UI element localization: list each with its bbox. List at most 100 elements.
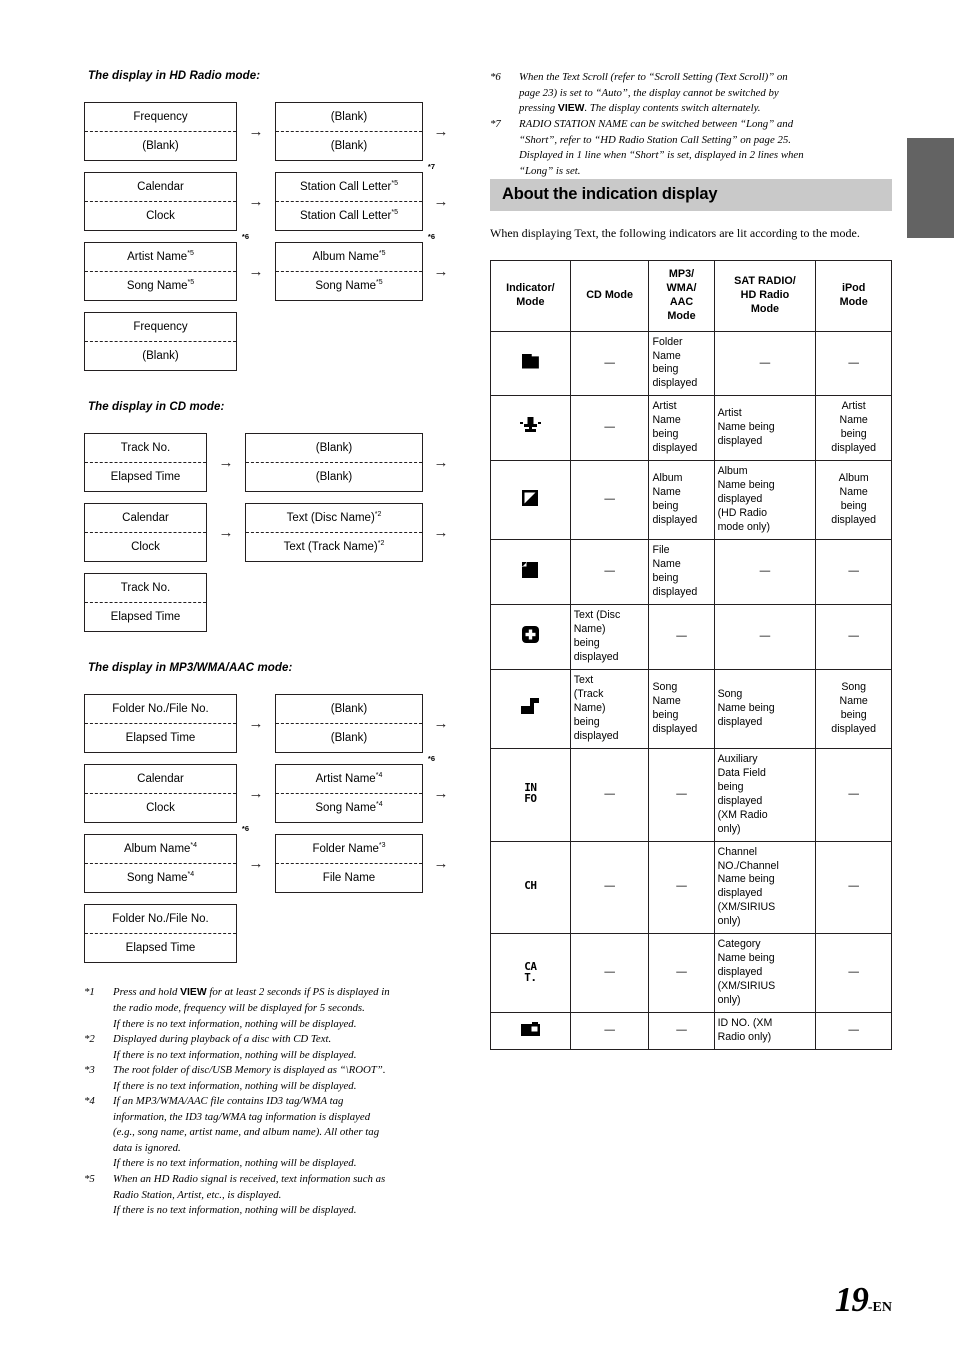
display-box: Track No. Elapsed Time xyxy=(84,573,207,632)
footnote-number: *7 xyxy=(490,118,501,131)
page-number: 19-EN xyxy=(835,1280,892,1320)
flow-row: Artist Name*5 Song Name*5 *6 → Album Name*5 S… xyxy=(84,232,474,301)
table-cell-cd: — xyxy=(569,747,650,842)
display-line-bottom: Song Name*5 xyxy=(126,278,195,292)
flow-arrow-icon: → xyxy=(218,454,234,471)
table-cell-cd: — xyxy=(569,840,650,935)
footnote-text: RADIO STATION NAME can be switched betwe… xyxy=(519,117,892,179)
display-line-top: Artist Name*5 xyxy=(85,243,236,272)
footnote-line: information, the ID3 tag/WMA tag informa… xyxy=(113,1110,371,1123)
display-box-frame: Frequency (Blank) xyxy=(84,312,237,371)
table-cell-mp3: Album Name being displayed xyxy=(648,460,715,541)
display-line-top: Folder No./File No. xyxy=(85,905,236,934)
footnote-ref: *5 xyxy=(187,278,195,286)
footnote-line: “Short”, refer to “HD Radio Station Call… xyxy=(519,133,791,146)
flow-row: Track No. Elapsed Time xyxy=(84,573,474,632)
display-box: (Blank) (Blank) xyxy=(275,102,423,161)
table-cell-sat: — xyxy=(713,604,817,670)
footnote-text: The root folder of disc/USB Memory is di… xyxy=(113,1063,474,1094)
footnote-line: Displayed during playback of a disc with… xyxy=(113,1033,332,1046)
table-cell-cd: — xyxy=(569,1012,650,1051)
footnote-item: *2 Displayed during playback of a disc wi… xyxy=(84,1032,474,1063)
display-line-bottom: (Blank) xyxy=(315,470,353,483)
display-line-top: Folder No./File No. xyxy=(85,695,236,724)
box-footnote-ref: *6 xyxy=(427,754,435,763)
box-footnote-ref: *6 xyxy=(241,824,249,833)
footnote-number: *2 xyxy=(84,1033,95,1046)
display-line-bottom: Clock xyxy=(146,209,175,222)
table-cell-sat: — xyxy=(713,330,817,397)
table-cell-mp3: Song Name being displayed xyxy=(648,668,715,749)
footnote-number: *5 xyxy=(84,1173,95,1185)
flow-row: Track No. Elapsed Time → (Blank) (Blank) → xyxy=(84,433,474,492)
cat-lcd-icon: CA T. xyxy=(524,961,537,984)
footnote-item: *5 When an HD Radio signal is received, t… xyxy=(84,1172,474,1219)
table-cell-sat: Category Name being displayed (XM/SIRIUS onl… xyxy=(713,933,817,1014)
display-box-frame: Text (Disc Name)*2 Text (Track Name)*2 xyxy=(245,503,423,562)
display-box-frame: Calendar Clock xyxy=(84,172,237,231)
table-cell-sat: Auxiliary Data Field being displayed (XM Rad… xyxy=(713,747,817,842)
display-line-top: Calendar xyxy=(85,173,236,202)
display-box-frame: Folder Name*3 File Name xyxy=(275,834,423,893)
table-cell-ipod: — xyxy=(815,330,892,397)
right-footnote-list: *6 When the Text Scroll (refer to “Scroll… xyxy=(490,70,892,179)
table-row: Text (Disc Name) being displayed — — — xyxy=(490,604,892,670)
flow-arrow-icon: → xyxy=(433,524,449,541)
footnote-line: Radio Station, Artist, etc., is displaye… xyxy=(113,1188,282,1201)
flow-section: The display in CD mode: Track No. Elapsed … xyxy=(84,401,474,632)
indicator-mode-table: Indicator/Mode CD Mode MP3/WMA/AAC Mode SAT … xyxy=(490,260,892,1051)
flow-arrow-icon: → xyxy=(433,123,449,140)
flow-section-title: The display in HD Radio mode: xyxy=(88,70,261,82)
display-box-frame: Artist Name*4 Song Name*4 xyxy=(275,764,423,823)
display-box-frame: Folder No./File No. Elapsed Time xyxy=(84,694,237,753)
display-line-top: Text (Disc Name)*2 xyxy=(246,504,422,533)
footnote-line: RADIO STATION NAME can be switched betwe… xyxy=(519,118,794,131)
table-cell-sat: — xyxy=(713,539,817,606)
footnote-item: *6 When the Text Scroll (refer to “Scroll… xyxy=(490,70,892,117)
flow-arrow-icon: → xyxy=(433,715,449,732)
table-row: — Album Name being displayed Album Name being d… xyxy=(490,460,892,541)
display-line-bottom: Station Call Letter*5 xyxy=(299,208,399,222)
footnote-number: *1 xyxy=(84,986,95,998)
table-cell-mp3: File Name being displayed xyxy=(648,539,715,606)
display-line-bottom: Elapsed Time xyxy=(125,731,196,744)
margin-thumb-tab xyxy=(907,138,954,238)
folder-icon xyxy=(521,353,539,369)
flow-row: Folder No./File No. Elapsed Time xyxy=(84,904,474,963)
box-footnote-ref: *6 xyxy=(241,232,249,241)
display-box: Station Call Letter*5 Station Call Letter… xyxy=(275,162,435,231)
display-box: (Blank) (Blank) xyxy=(275,694,423,753)
display-line-bottom: Song Name*5 xyxy=(315,278,383,292)
footnote-text: If an MP3/WMA/AAC file contains ID3 tag/… xyxy=(113,1094,474,1172)
footnote-item: *7 RADIO STATION NAME can be switched bet… xyxy=(490,117,892,179)
table-row: — Artist Name being displayed Artist Name bein… xyxy=(490,395,892,462)
footnote-line: “Long” is set. xyxy=(519,164,581,177)
table-cell-sat: Album Name being displayed (HD Radio mode on… xyxy=(713,460,817,541)
button-name: VIEW xyxy=(180,987,207,998)
display-line-bottom: Clock xyxy=(146,801,175,814)
table-cell-mp3: — xyxy=(648,933,715,1014)
flow-arrow-icon: → xyxy=(248,785,264,802)
footnote-line: the radio mode, frequency will be displa… xyxy=(113,1001,365,1014)
footnote-line: If there is no text information, nothing… xyxy=(113,1017,357,1030)
table-cell-sat: ID NO. (XM Radio only) xyxy=(713,1012,817,1051)
table-column-header: iPod Mode xyxy=(815,260,892,332)
table-row: — Folder Name being displayed — — xyxy=(490,330,892,397)
id-icon xyxy=(520,1021,540,1041)
footnote-number: *6 xyxy=(490,71,501,83)
display-box: Text (Disc Name)*2 Text (Track Name)*2 xyxy=(245,503,423,562)
display-line-top: Album Name*5 xyxy=(276,243,422,272)
table-cell-cd: — xyxy=(569,330,650,397)
footnote-ref: *4 xyxy=(376,800,383,808)
display-line-bottom: (Blank) xyxy=(142,349,179,362)
display-box-frame: Track No. Elapsed Time xyxy=(84,433,207,492)
display-box-frame: Artist Name*5 Song Name*5 xyxy=(84,242,237,301)
table-column-header: SAT RADIO/HD Radio Mode xyxy=(713,260,817,332)
lcd-line: T. xyxy=(524,970,537,984)
table-cell-ipod: Album Name being displayed xyxy=(815,460,892,541)
display-line-bottom: Song Name*4 xyxy=(126,870,195,884)
right-column: *6 When the Text Scroll (refer to “Scroll… xyxy=(490,70,892,1051)
display-box: Artist Name*4 Song Name*4 *6 xyxy=(275,754,435,823)
button-name: VIEW xyxy=(557,103,585,115)
table-cell-ipod: — xyxy=(815,604,892,670)
